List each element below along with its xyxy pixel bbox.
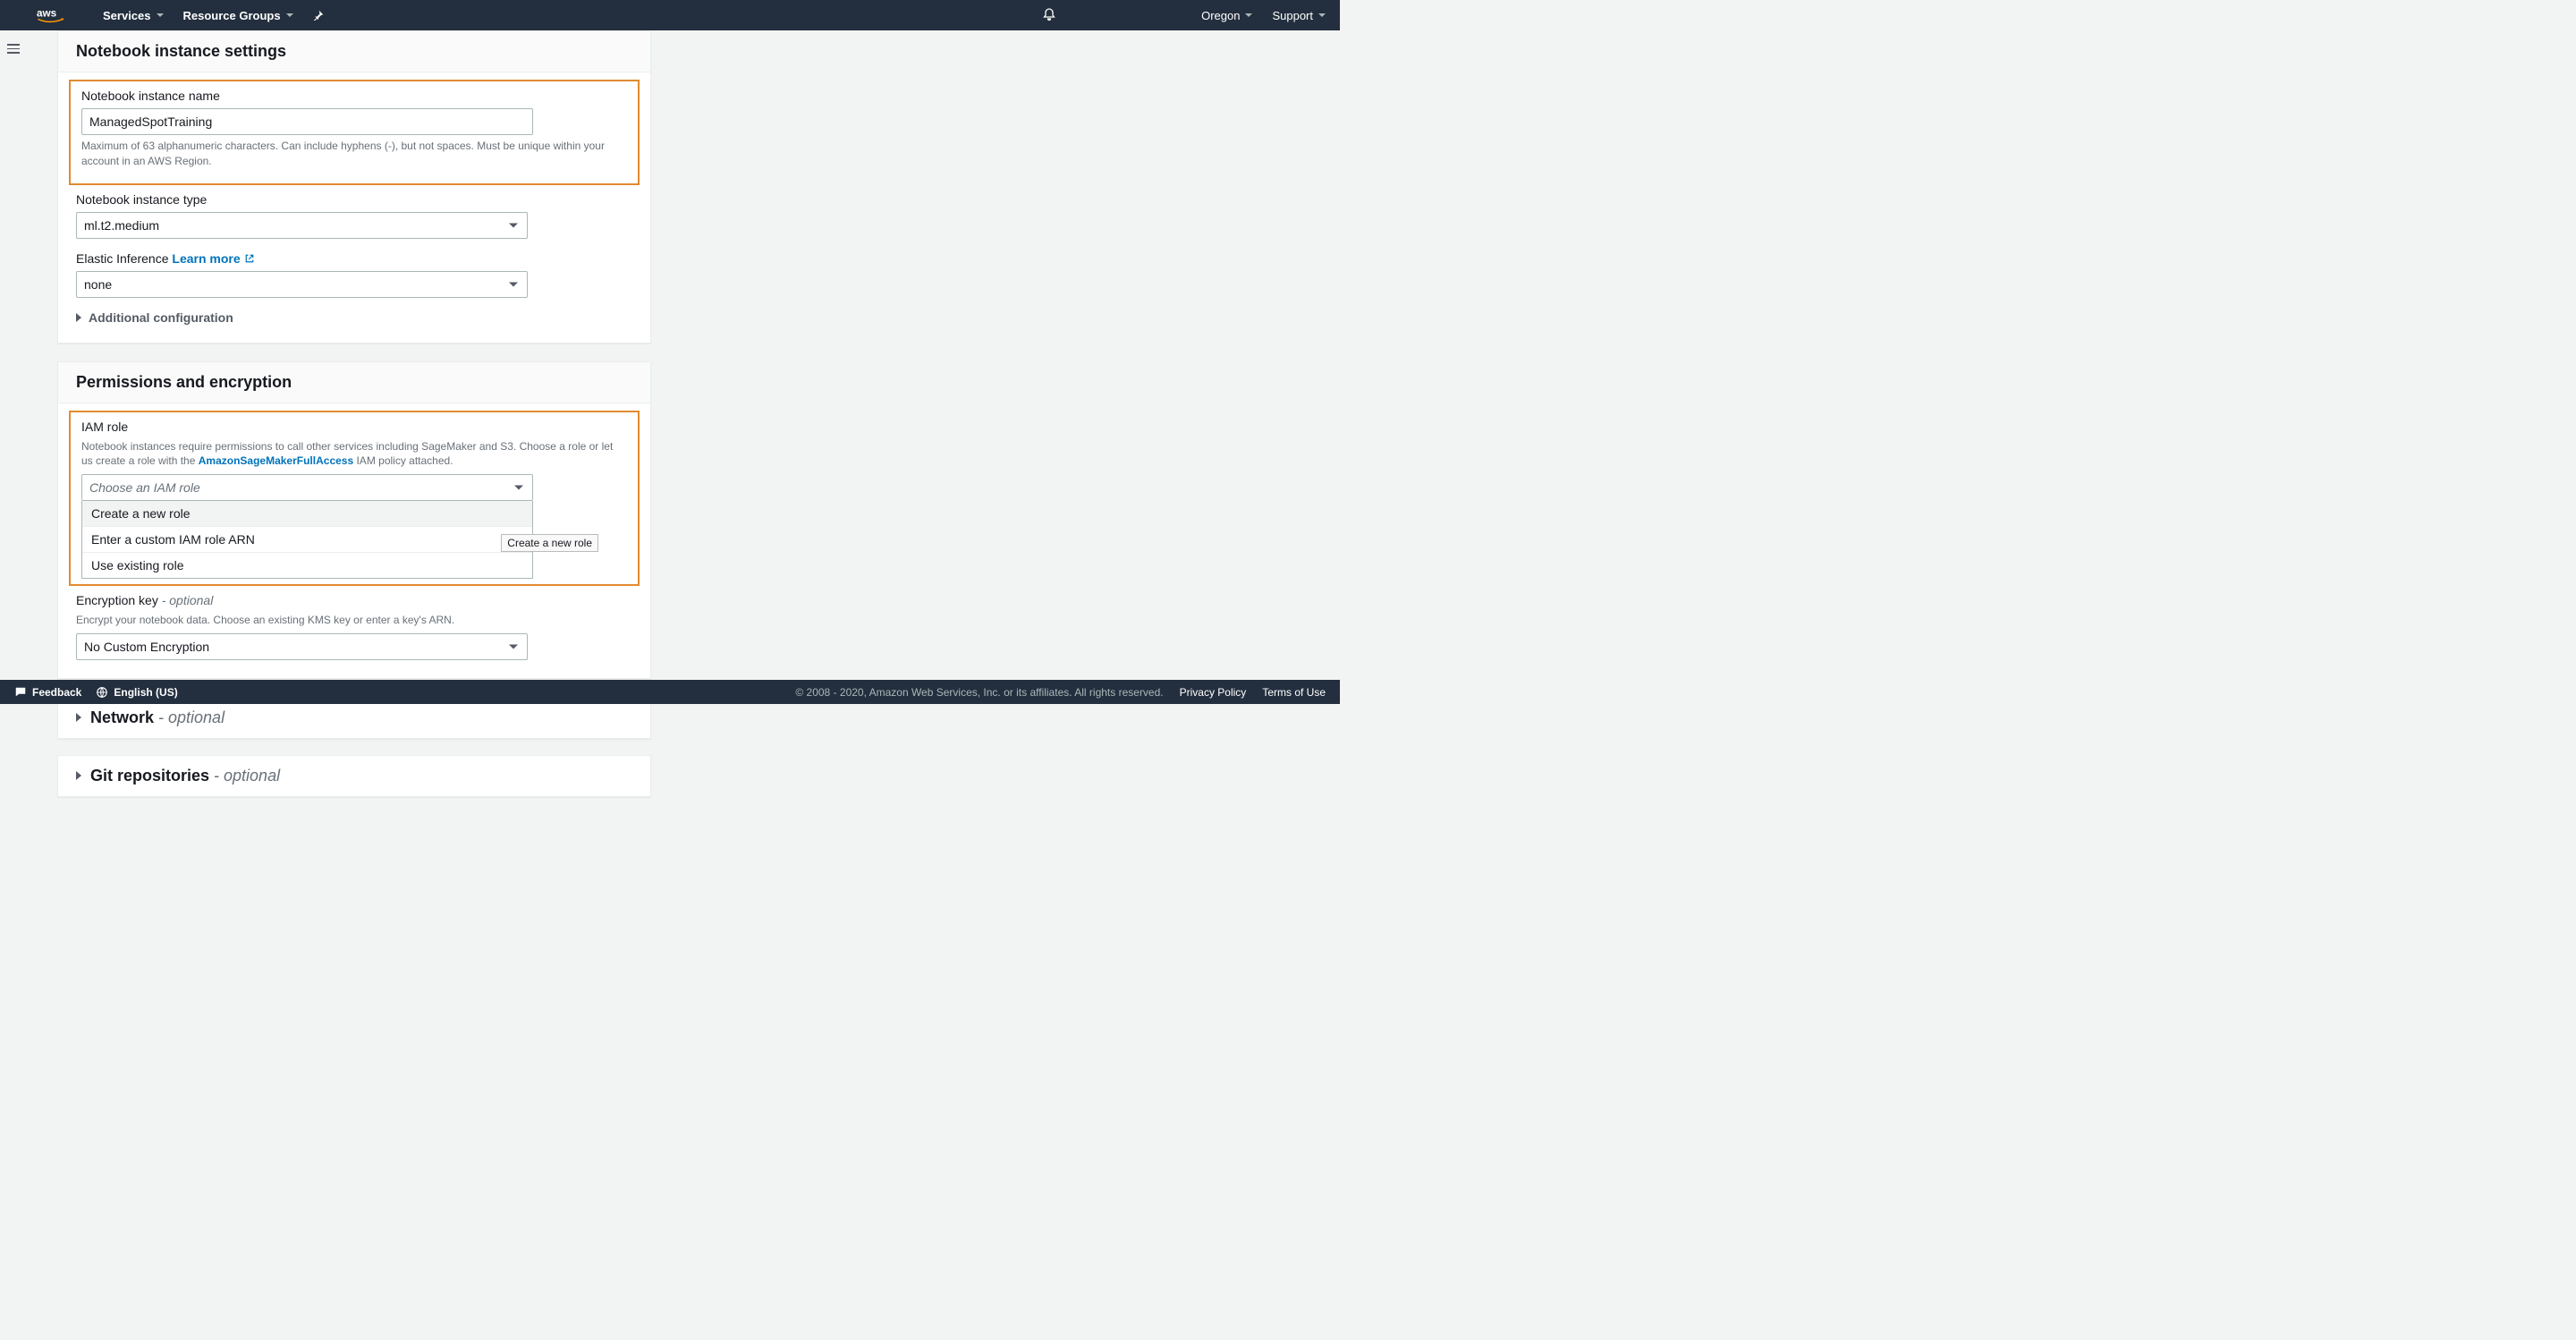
aws-logo[interactable]: aws xyxy=(37,7,76,23)
services-menu[interactable]: Services xyxy=(103,9,164,22)
hamburger-menu-icon[interactable] xyxy=(7,41,20,56)
enc-optional: - optional xyxy=(158,593,213,607)
instance-type-value: ml.t2.medium xyxy=(84,218,159,233)
ei-label-row: Elastic Inference Learn more xyxy=(76,251,632,266)
additional-config-label: Additional configuration xyxy=(89,310,233,325)
panel-header: Permissions and encryption xyxy=(58,362,650,403)
iam-label: IAM role xyxy=(81,420,627,434)
triangle-right-icon xyxy=(76,713,81,722)
triangle-right-icon xyxy=(76,313,81,322)
git-optional: - optional xyxy=(209,767,280,784)
name-hint: Maximum of 63 alphanumeric characters. C… xyxy=(81,139,627,169)
resource-groups-label: Resource Groups xyxy=(183,9,281,22)
ei-label: Elastic Inference xyxy=(76,251,169,266)
notebook-name-input[interactable] xyxy=(81,108,533,135)
top-navigation: aws Services Resource Groups Oregon Supp… xyxy=(0,0,1340,30)
iam-option-custom-arn[interactable]: Enter a custom IAM role ARN xyxy=(82,526,532,552)
privacy-policy-link[interactable]: Privacy Policy xyxy=(1180,686,1247,699)
git-label: Git repositories xyxy=(90,767,209,784)
caret-down-icon xyxy=(509,223,518,227)
caret-down-icon xyxy=(286,13,293,17)
encryption-key-select[interactable]: No Custom Encryption xyxy=(76,633,528,660)
name-label: Notebook instance name xyxy=(81,89,627,103)
iam-role-select[interactable]: Choose an IAM role xyxy=(81,474,533,501)
notifications-icon[interactable] xyxy=(1042,7,1056,24)
svg-text:aws: aws xyxy=(37,7,57,19)
support-menu[interactable]: Support xyxy=(1272,9,1326,22)
additional-config-toggle[interactable]: Additional configuration xyxy=(76,310,632,325)
enc-hint: Encrypt your notebook data. Choose an ex… xyxy=(76,613,632,628)
caret-down-icon xyxy=(514,486,523,490)
iam-highlight-box: IAM role Notebook instances require perm… xyxy=(69,411,640,587)
caret-down-icon xyxy=(509,644,518,649)
iam-option-create-new[interactable]: Create a new role xyxy=(82,501,532,526)
enc-value: No Custom Encryption xyxy=(84,640,209,654)
globe-icon xyxy=(96,686,108,699)
speech-bubble-icon xyxy=(14,686,27,699)
iam-option-existing[interactable]: Use existing role xyxy=(82,552,532,578)
enc-label-row: Encryption key - optional xyxy=(76,593,632,607)
footer: Feedback English (US) © 2008 - 2020, Ama… xyxy=(0,680,1340,704)
ei-select[interactable]: none xyxy=(76,271,528,298)
region-label: Oregon xyxy=(1201,9,1240,22)
enc-label: Encryption key xyxy=(76,593,158,607)
ei-learn-more-link[interactable]: Learn more xyxy=(172,251,254,266)
notebook-settings-title: Notebook instance settings xyxy=(76,42,632,61)
type-label: Notebook instance type xyxy=(76,192,632,207)
iam-tooltip: Create a new role xyxy=(501,534,598,552)
region-menu[interactable]: Oregon xyxy=(1201,9,1252,22)
network-optional: - optional xyxy=(154,708,225,726)
ei-value: none xyxy=(84,277,112,292)
permissions-title: Permissions and encryption xyxy=(76,373,632,392)
iam-placeholder: Choose an IAM role xyxy=(89,480,200,495)
caret-down-icon xyxy=(157,13,164,17)
caret-down-icon xyxy=(1245,13,1252,17)
language-selector[interactable]: English (US) xyxy=(96,686,177,699)
caret-down-icon xyxy=(1318,13,1326,17)
permissions-panel: Permissions and encryption IAM role Note… xyxy=(57,361,651,679)
iam-policy-link[interactable]: AmazonSageMakerFullAccess xyxy=(199,454,353,467)
panel-header: Notebook instance settings xyxy=(58,31,650,72)
triangle-right-icon xyxy=(76,771,81,780)
iam-role-dropdown: Create a new role Enter a custom IAM rol… xyxy=(81,501,533,579)
git-panel-toggle[interactable]: Git repositories - optional xyxy=(57,755,651,797)
name-highlight-box: Notebook instance name Maximum of 63 alp… xyxy=(69,80,640,185)
external-link-icon xyxy=(244,253,255,264)
copyright-text: © 2008 - 2020, Amazon Web Services, Inc.… xyxy=(795,686,1163,699)
notebook-settings-panel: Notebook instance settings Notebook inst… xyxy=(57,30,651,343)
services-label: Services xyxy=(103,9,151,22)
terms-of-use-link[interactable]: Terms of Use xyxy=(1262,686,1326,699)
resource-groups-menu[interactable]: Resource Groups xyxy=(183,9,293,22)
pin-icon[interactable] xyxy=(313,10,324,21)
instance-type-select[interactable]: ml.t2.medium xyxy=(76,212,528,239)
network-label: Network xyxy=(90,708,154,726)
feedback-button[interactable]: Feedback xyxy=(14,686,81,699)
iam-hint: Notebook instances require permissions t… xyxy=(81,439,627,470)
caret-down-icon xyxy=(509,282,518,286)
support-label: Support xyxy=(1272,9,1313,22)
